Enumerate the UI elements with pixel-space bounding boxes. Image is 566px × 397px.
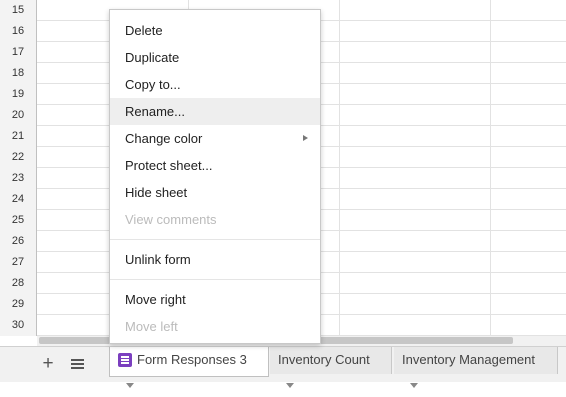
row-header[interactable]: 22: [0, 147, 37, 168]
tab-label: Inventory Management: [402, 352, 535, 367]
menu-item-move-left: Move left: [125, 319, 178, 334]
row-header[interactable]: 24: [0, 189, 37, 210]
tab-label: Inventory Count: [278, 352, 370, 367]
tab-inventory-count[interactable]: Inventory Count: [270, 347, 392, 389]
row-header[interactable]: 19: [0, 84, 37, 105]
row-header[interactable]: 26: [0, 231, 37, 252]
all-sheets-menu-icon[interactable]: [71, 359, 84, 369]
menu-item-change-color[interactable]: Change color: [110, 125, 320, 152]
tab-inventory-management[interactable]: Inventory Management: [394, 347, 558, 389]
row-header[interactable]: 18: [0, 63, 37, 84]
menu-item-copy-to[interactable]: Copy to...: [110, 71, 320, 98]
row-header[interactable]: 21: [0, 126, 37, 147]
sheet-context-menu: Delete Duplicate Copy to... Rename... Ch…: [109, 9, 321, 344]
add-sheet-button[interactable]: +: [38, 353, 58, 375]
menu-item-rename[interactable]: Rename...: [110, 98, 320, 125]
tab-dropdown-icon[interactable]: [126, 383, 134, 389]
menu-item-duplicate[interactable]: Duplicate: [110, 44, 320, 71]
row-header[interactable]: 23: [0, 168, 37, 189]
menu-separator: [110, 279, 320, 280]
row-header[interactable]: 27: [0, 252, 37, 273]
tab-dropdown-icon[interactable]: [410, 383, 418, 389]
sheet-tab-bar: + Form Responses 3 Inventory Count Inven…: [0, 346, 566, 389]
row-header[interactable]: 28: [0, 273, 37, 294]
row-header[interactable]: 29: [0, 294, 37, 315]
row-header[interactable]: 25: [0, 210, 37, 231]
form-icon: [118, 352, 132, 367]
menu-item-label: Change color: [125, 131, 203, 146]
row-header[interactable]: 15: [0, 0, 37, 21]
tab-dropdown-icon[interactable]: [286, 383, 294, 389]
menu-item-move-right[interactable]: Move right: [110, 286, 320, 313]
menu-item-unlink-form[interactable]: Unlink form: [110, 246, 320, 273]
row-header[interactable]: 16: [0, 21, 37, 42]
row-header[interactable]: 17: [0, 42, 37, 63]
submenu-arrow-icon: [303, 135, 308, 141]
menu-separator: [110, 239, 320, 240]
menu-item-delete[interactable]: Delete: [110, 17, 320, 44]
menu-item-hide-sheet[interactable]: Hide sheet: [110, 179, 320, 206]
tab-label: Form Responses 3: [137, 352, 247, 367]
tab-form-responses-3[interactable]: Form Responses 3: [109, 347, 269, 389]
row-header[interactable]: 20: [0, 105, 37, 126]
menu-item-protect-sheet[interactable]: Protect sheet...: [110, 152, 320, 179]
menu-item-view-comments: View comments: [125, 212, 217, 227]
row-header[interactable]: 30: [0, 315, 37, 336]
